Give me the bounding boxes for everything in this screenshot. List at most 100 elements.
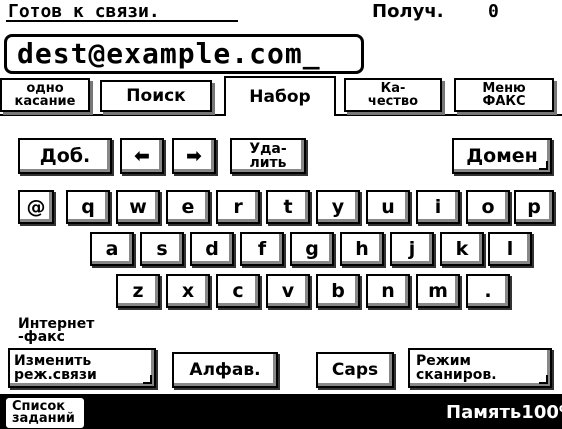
key-label: y (331, 196, 345, 218)
key-e[interactable]: e (166, 190, 210, 224)
key-label: x (181, 280, 195, 302)
submenu-corner-icon (143, 375, 152, 384)
key-label: d (205, 238, 219, 260)
alphabet-button-label: Алфав. (189, 360, 261, 380)
received-count: 0 (488, 1, 499, 22)
connection-status: Готов к связи. (8, 1, 160, 22)
domain-button-label: Домен (466, 145, 538, 167)
caps-button[interactable]: Caps (316, 352, 394, 388)
key-label: . (484, 280, 492, 302)
key-f[interactable]: f (240, 232, 284, 266)
scan-mode-button[interactable]: Режим сканиров. (408, 348, 552, 388)
key-d[interactable]: d (190, 232, 234, 266)
tab-fax-menu[interactable]: Меню ФАКС (454, 78, 554, 112)
job-list-button[interactable]: Список заданий (6, 398, 84, 428)
received-label: Получ. (372, 1, 444, 22)
scan-mode-line2: сканиров. (416, 367, 497, 383)
tab-search-label: Поиск (126, 85, 186, 106)
key-label: f (257, 238, 267, 260)
key-label: @ (26, 196, 46, 218)
key-label: k (455, 238, 469, 260)
key-label: h (355, 238, 369, 260)
tab-one-touch-line2: касание (14, 94, 76, 109)
key-label: n (381, 280, 395, 302)
key-t[interactable]: t (266, 190, 310, 224)
add-button-label: Доб. (39, 145, 91, 167)
tab-quality[interactable]: Ка- чество (344, 78, 442, 112)
delete-button-line2: лить (249, 155, 287, 171)
key-c[interactable]: c (216, 274, 260, 308)
key-q[interactable]: q (66, 190, 110, 224)
key-h[interactable]: h (340, 232, 384, 266)
key-label: s (156, 238, 168, 260)
tab-dial-label: Набор (249, 86, 311, 107)
key-x[interactable]: x (166, 274, 210, 308)
key-v[interactable]: v (266, 274, 310, 308)
caps-button-label: Caps (331, 360, 379, 380)
change-mode-line2: реж.связи (14, 367, 97, 383)
key-r[interactable]: r (216, 190, 260, 224)
tab-quality-line2: чество (367, 94, 419, 109)
key-label: p (527, 196, 541, 218)
right-arrow-icon: ➡ (186, 145, 202, 167)
key-w[interactable]: w (116, 190, 160, 224)
change-mode-line1: Изменить (14, 353, 92, 369)
cursor-left-button[interactable]: ⬅ (120, 138, 164, 174)
tab-fax-menu-line2: ФАКС (482, 94, 526, 109)
key-z[interactable]: z (116, 274, 160, 308)
submenu-corner-icon (539, 375, 548, 384)
key-label: t (283, 196, 293, 218)
key-label: q (81, 196, 95, 218)
mode-label: Интернет -факс (18, 317, 94, 345)
left-arrow-icon: ⬅ (134, 145, 150, 167)
key-m[interactable]: m (416, 274, 460, 308)
address-value: dest@example.com (17, 37, 303, 70)
key-label: z (132, 280, 144, 302)
key-label: m (428, 280, 448, 302)
change-mode-button[interactable]: Изменить реж.связи (8, 348, 156, 388)
key-at[interactable]: @ (18, 190, 54, 224)
key-label: a (105, 238, 119, 260)
key-o[interactable]: o (466, 190, 510, 224)
key-label: r (233, 196, 243, 218)
memory-status: Память100% (446, 402, 562, 423)
key-label: b (331, 280, 345, 302)
cursor-right-button[interactable]: ➡ (172, 138, 216, 174)
key-n[interactable]: n (366, 274, 410, 308)
key-label: j (408, 238, 416, 260)
key-b[interactable]: b (316, 274, 360, 308)
text-cursor: _ (302, 37, 321, 70)
key-label: o (481, 196, 495, 218)
key-l[interactable]: l (488, 232, 532, 266)
submenu-corner-icon (539, 161, 548, 170)
tab-dial[interactable]: Набор (224, 76, 336, 116)
delete-button[interactable]: Уда- лить (230, 138, 306, 174)
key-k[interactable]: k (440, 232, 484, 266)
alphabet-button[interactable]: Алфав. (172, 352, 278, 388)
key-p[interactable]: p (514, 190, 554, 224)
key-label: i (434, 196, 442, 218)
key-label: u (381, 196, 395, 218)
key-label: g (305, 238, 319, 260)
key-label: e (181, 196, 195, 218)
key-g[interactable]: g (290, 232, 334, 266)
key-label: v (281, 280, 295, 302)
key-j[interactable]: j (390, 232, 434, 266)
delete-button-line1: Уда- (249, 141, 287, 157)
key-y[interactable]: y (316, 190, 360, 224)
add-button[interactable]: Доб. (18, 138, 112, 174)
key-i[interactable]: i (416, 190, 460, 224)
key-u[interactable]: u (366, 190, 410, 224)
key-label: l (506, 238, 514, 260)
address-input[interactable]: dest@example.com_ (4, 34, 364, 74)
scan-mode-line1: Режим (416, 353, 471, 369)
tab-search[interactable]: Поиск (100, 80, 212, 112)
key-label: c (232, 280, 244, 302)
key-a[interactable]: a (90, 232, 134, 266)
mode-label-line2: -факс (18, 329, 65, 345)
tab-one-touch[interactable]: одно касание (0, 78, 90, 112)
key-label: w (129, 196, 147, 218)
key-s[interactable]: s (140, 232, 184, 266)
domain-button[interactable]: Домен (452, 138, 552, 174)
key-period[interactable]: . (466, 274, 510, 308)
